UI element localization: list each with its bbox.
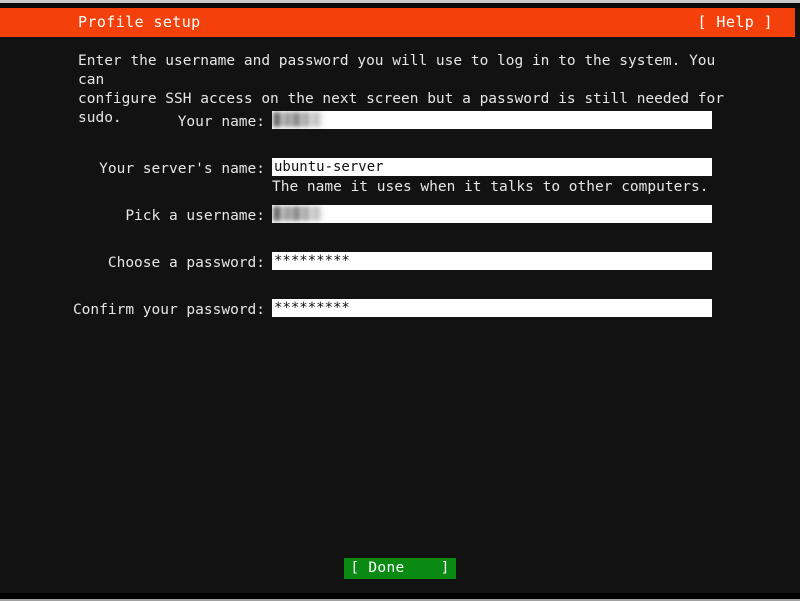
input-server-name-value: ubuntu-server [274, 159, 384, 175]
input-username-value: ████ [272, 205, 712, 223]
input-password[interactable]: ********* [272, 252, 712, 270]
help-button[interactable]: [ Help ] [698, 8, 773, 37]
footer-actions: [ Done ] [0, 558, 800, 579]
label-server-name: Your server's name: [99, 161, 265, 177]
form-row-server-name: Your server's name: ubuntu-server The na… [0, 156, 800, 203]
profile-form: Your name: ████ Your server's name: ubun… [0, 109, 800, 344]
form-row-password: Choose a password: ********* [0, 250, 800, 297]
input-server-name[interactable]: ubuntu-server [272, 158, 712, 176]
page-title: Profile setup [78, 13, 201, 31]
form-row-confirm-password: Confirm your password: ********* [0, 297, 800, 344]
helper-server-name: The name it uses when it talks to other … [272, 179, 709, 195]
form-row-username: Pick a username: ████ [0, 203, 800, 250]
input-confirm-password-value: ********* [274, 300, 350, 316]
label-username: Pick a username: [125, 208, 265, 224]
label-confirm-password: Confirm your password: [72, 302, 265, 318]
form-row-your-name: Your name: ████ [0, 109, 800, 156]
label-password: Choose a password: [107, 255, 265, 271]
input-password-value: ********* [274, 253, 350, 269]
body-area: Enter the username and password you will… [0, 37, 800, 593]
done-button[interactable]: [ Done ] [344, 558, 456, 579]
input-your-name[interactable]: ████ [272, 111, 712, 129]
header-bar: Profile setup [ Help ] [0, 8, 795, 37]
label-your-name: Your name: [177, 114, 265, 130]
input-confirm-password[interactable]: ********* [272, 299, 712, 317]
installer-screen: Profile setup [ Help ] Enter the usernam… [0, 0, 800, 601]
input-your-name-value: ████ [272, 111, 712, 129]
input-username[interactable]: ████ [272, 205, 712, 223]
